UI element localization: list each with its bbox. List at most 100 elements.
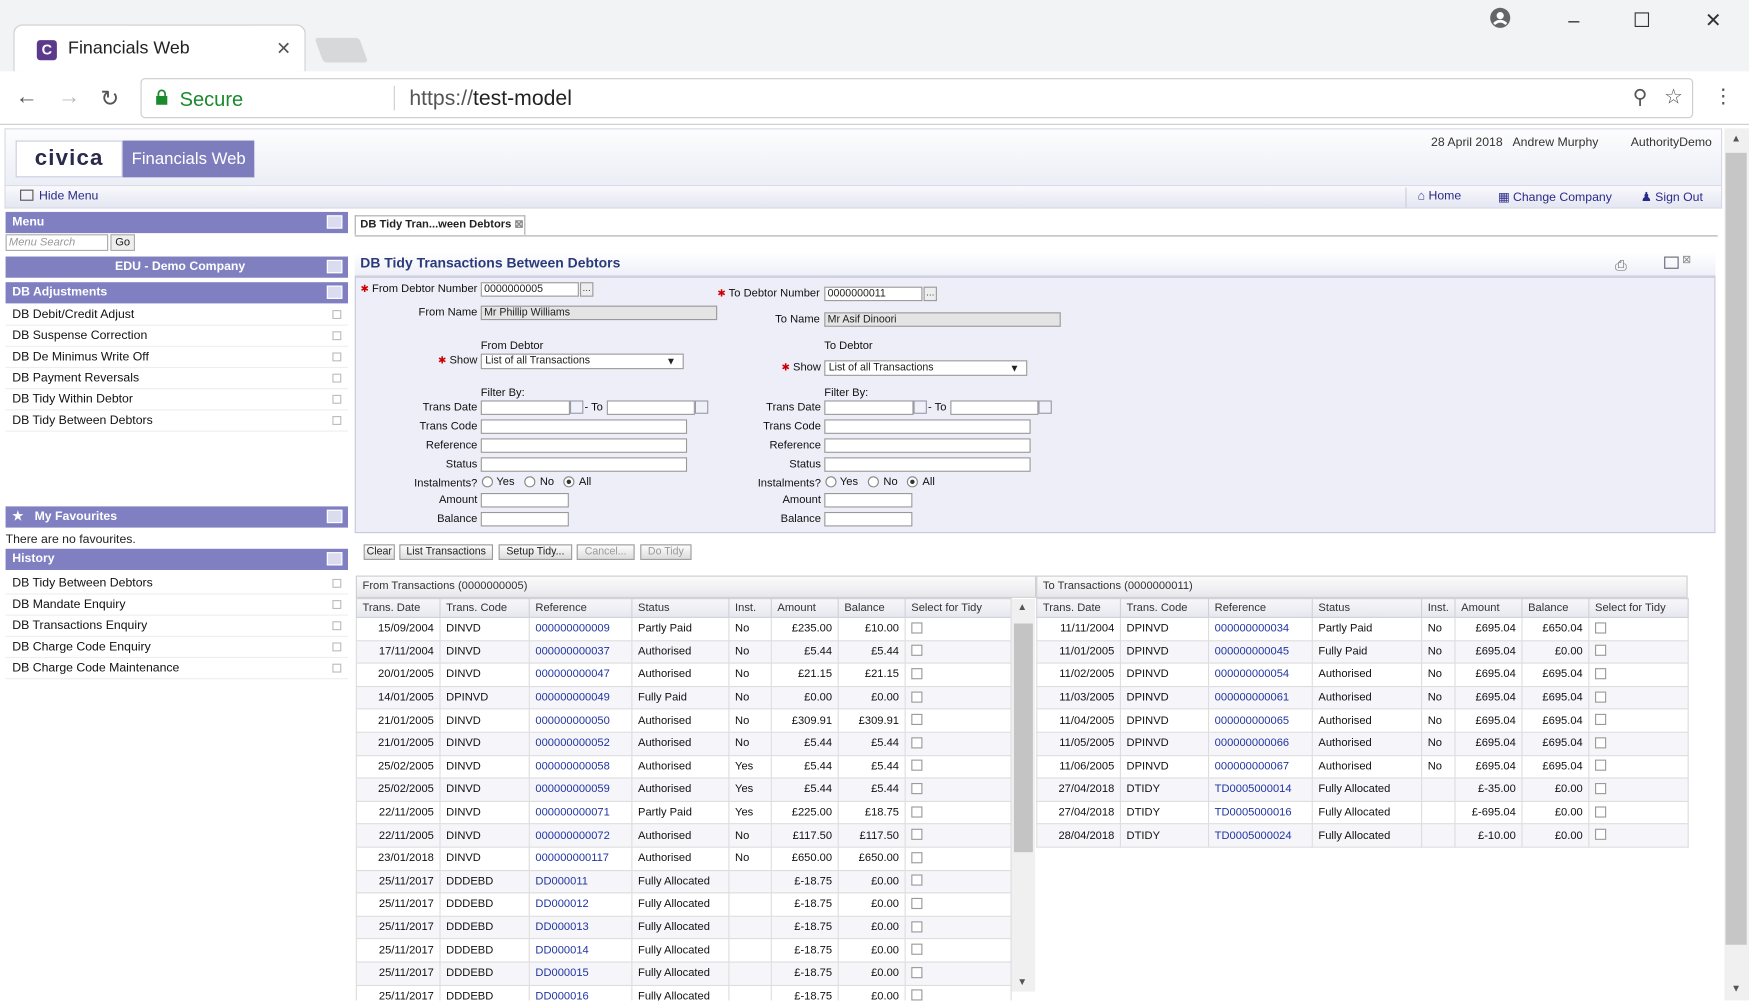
open-link-icon[interactable] [332, 663, 342, 673]
from-debtor-lookup-button[interactable]: … [580, 282, 594, 297]
minimize-window-icon[interactable]: – [1557, 9, 1590, 32]
table-row[interactable]: 15/09/2004 DINVD 000000000009 Partly Paid No… [355, 616, 1012, 641]
sidebar-menu-item[interactable]: DB Suspense Correction [5, 326, 349, 347]
column-header[interactable]: Amount [1454, 597, 1523, 618]
select-for-tidy-checkbox[interactable] [911, 874, 923, 886]
to-inst-all-radio[interactable] [906, 476, 918, 488]
table-row[interactable]: 27/04/2018 DTIDY TD0005000014 Fully Allocat… [1036, 777, 1689, 802]
table-row[interactable]: 22/11/2005 DINVD 000000000072 Authorised No £… [355, 823, 1012, 848]
table-row[interactable]: 14/01/2005 DPINVD 000000000049 Fully Paid No… [355, 685, 1012, 710]
close-tab-icon[interactable]: ⊠ [514, 219, 523, 231]
column-header[interactable]: Balance [1521, 597, 1590, 618]
reference-link[interactable]: 000000000049 [528, 685, 633, 710]
select-for-tidy-checkbox[interactable] [911, 691, 923, 703]
from-status-input[interactable] [480, 457, 688, 472]
column-header[interactable]: Reference [528, 597, 633, 618]
forward-icon[interactable]: → [58, 85, 80, 111]
browser-menu-icon[interactable]: ⋮ [1713, 85, 1733, 108]
open-link-icon[interactable] [332, 600, 342, 610]
column-header[interactable]: Trans. Code [439, 597, 530, 618]
from-balance-input[interactable] [480, 511, 569, 527]
sidebar-menu-item[interactable]: DB Payment Reversals [5, 368, 349, 390]
to-trans-date-from-input[interactable] [824, 400, 914, 415]
select-for-tidy-checkbox[interactable] [911, 737, 923, 749]
close-window-icon[interactable]: ✕ [1697, 9, 1730, 32]
reference-link[interactable]: DD000011 [528, 869, 633, 894]
from-inst-no-radio[interactable] [524, 476, 536, 488]
to-debtor-lookup-button[interactable]: … [923, 286, 937, 302]
page-scrollbar[interactable]: ▲ ▼ [1724, 128, 1749, 1001]
open-link-icon[interactable] [332, 621, 342, 631]
reference-link[interactable]: 000000000050 [528, 708, 633, 733]
from-trans-date-from-input[interactable] [480, 400, 570, 415]
select-for-tidy-checkbox[interactable] [911, 645, 923, 657]
scroll-up-icon[interactable]: ▲ [1731, 133, 1741, 144]
menu-pin-icon[interactable] [326, 215, 343, 229]
table-row[interactable]: 22/11/2005 DINVD 000000000071 Partly Paid Ye… [355, 800, 1012, 825]
select-for-tidy-checkbox[interactable] [1595, 759, 1607, 772]
scroll-down-icon[interactable]: ▼ [1017, 976, 1027, 987]
select-for-tidy-checkbox[interactable] [1595, 737, 1607, 749]
new-tab-button[interactable] [314, 37, 369, 63]
reload-icon[interactable]: ↻ [100, 85, 119, 113]
company-header[interactable]: EDU - Demo Company [5, 256, 349, 278]
list-transactions-button[interactable]: List Transactions [399, 544, 494, 560]
column-header[interactable]: Select for Tidy [1588, 597, 1689, 618]
zoom-icon[interactable]: ⚲ [1633, 86, 1648, 109]
table-row[interactable]: 25/02/2005 DINVD 000000000059 Authorised Yes… [355, 777, 1012, 802]
column-header[interactable]: Amount [770, 597, 839, 618]
select-for-tidy-checkbox[interactable] [911, 782, 923, 795]
table-row[interactable]: 11/05/2005 DPINVD 000000000066 Authorised No… [1036, 731, 1689, 756]
select-for-tidy-checkbox[interactable] [1595, 805, 1607, 818]
scrollbar-thumb[interactable] [1725, 152, 1747, 945]
sidebar-history-item[interactable]: DB Mandate Enquiry [5, 595, 349, 616]
scroll-up-icon[interactable]: ▲ [1017, 601, 1027, 612]
print-icon[interactable]: ⎙ [1615, 257, 1627, 275]
select-for-tidy-checkbox[interactable] [911, 828, 923, 841]
column-header[interactable]: Trans. Date [1036, 597, 1121, 618]
to-debtor-number-input[interactable]: 0000000011 [824, 286, 923, 302]
reference-link[interactable]: 000000000059 [528, 777, 633, 802]
tab-db-tidy-between-debtors[interactable]: DB Tidy Tran...ween Debtors ⊠ [354, 215, 526, 236]
cancel-button[interactable]: Cancel... [576, 544, 635, 560]
column-header[interactable]: Trans. Date [355, 597, 441, 618]
profile-icon[interactable] [1483, 7, 1516, 35]
from-grid-scrollbar[interactable]: ▲ ▼ [1010, 598, 1036, 992]
column-header[interactable]: Status [631, 597, 730, 618]
table-row[interactable]: 25/11/2017 DDDEBD DD000011 Fully Allocated £… [355, 869, 1012, 894]
column-header[interactable]: Status [1311, 597, 1423, 618]
from-amount-input[interactable] [480, 493, 569, 508]
maximize-window-icon[interactable]: ☐ [1625, 9, 1658, 32]
select-for-tidy-checkbox[interactable] [911, 989, 923, 1001]
from-reference-input[interactable] [480, 438, 688, 453]
reference-link[interactable]: 000000000066 [1207, 731, 1313, 756]
reference-link[interactable]: 000000000071 [528, 800, 633, 825]
from-trans-code-input[interactable] [480, 419, 688, 434]
sidebar-menu-item[interactable]: DB Tidy Within Debtor [5, 389, 349, 411]
from-inst-yes-radio[interactable] [481, 476, 494, 488]
table-row[interactable]: 25/11/2017 DDDEBD DD000012 Fully Allocated £… [355, 892, 1012, 917]
to-status-input[interactable] [824, 457, 1031, 472]
sign-out-button[interactable]: ♟ Sign Out [1641, 190, 1703, 204]
column-header[interactable]: Balance [837, 597, 906, 618]
select-for-tidy-checkbox[interactable] [1595, 668, 1607, 680]
sidebar-menu-item[interactable]: DB De Minimus Write Off [5, 347, 349, 369]
select-for-tidy-checkbox[interactable] [1595, 828, 1607, 841]
from-show-select[interactable]: List of all Transactions ▼ [480, 353, 684, 370]
reference-link[interactable]: 000000000061 [1207, 685, 1313, 710]
browser-tab[interactable]: C Financials Web ✕ [13, 24, 306, 72]
open-link-icon[interactable] [332, 310, 342, 320]
table-row[interactable]: 21/01/2005 DINVD 000000000052 Authorised No £… [355, 731, 1012, 756]
sidebar-history-item[interactable]: DB Tidy Between Debtors [5, 573, 349, 595]
calendar-icon[interactable] [694, 400, 709, 414]
reference-link[interactable]: 000000000052 [528, 731, 633, 756]
reference-link[interactable]: 000000000045 [1207, 639, 1313, 664]
to-inst-yes-radio[interactable] [825, 476, 837, 488]
table-row[interactable]: 23/01/2018 DINVD 000000000117 Authorised No £… [355, 846, 1012, 871]
column-header[interactable]: Reference [1207, 597, 1313, 618]
table-row[interactable]: 25/11/2017 DDDEBD DD000016 Fully Allocated £… [355, 984, 1012, 1001]
close-form-icon[interactable]: ⊠ [1682, 254, 1691, 266]
scrollbar-thumb[interactable] [1013, 623, 1033, 853]
open-link-icon[interactable] [332, 416, 342, 425]
sidebar-menu-item[interactable]: DB Tidy Between Debtors [5, 410, 349, 432]
